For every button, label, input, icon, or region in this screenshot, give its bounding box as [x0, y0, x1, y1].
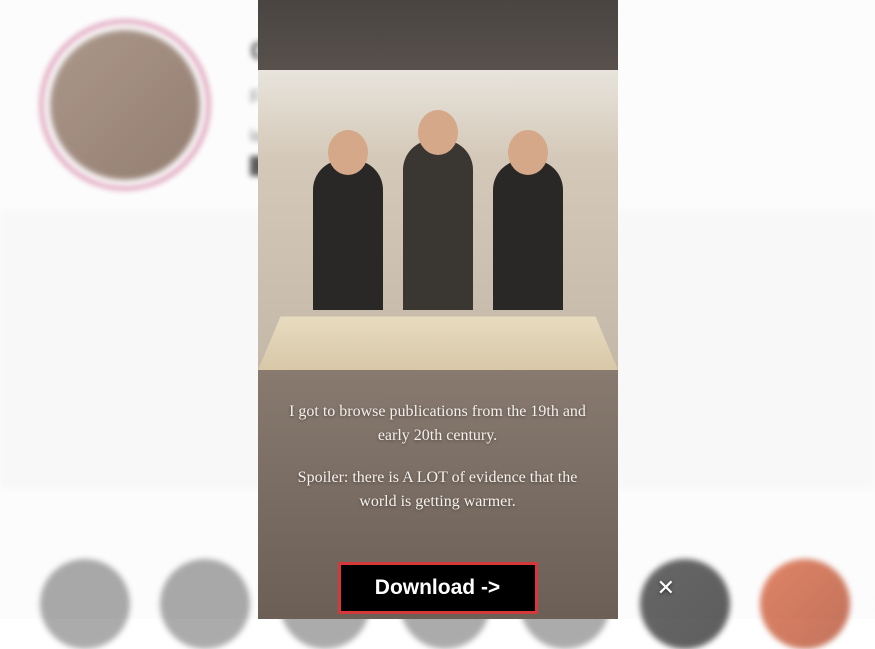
person-left — [313, 160, 383, 310]
story-caption: I got to browse publications from the 19… — [258, 370, 618, 562]
caption-line-2: Spoiler: there is A LOT of evidence that… — [288, 466, 588, 514]
story-modal: I got to browse publications from the 19… — [258, 0, 618, 619]
modal-overlay: I got to browse publications from the 19… — [0, 0, 875, 619]
story-image — [258, 70, 618, 370]
book-surface — [258, 316, 618, 370]
caption-line-1: I got to browse publications from the 19… — [288, 400, 588, 448]
person-center — [403, 140, 473, 310]
download-button[interactable]: Download -> — [338, 562, 538, 614]
person-right — [493, 160, 563, 310]
close-icon[interactable]: ✕ — [657, 575, 675, 601]
